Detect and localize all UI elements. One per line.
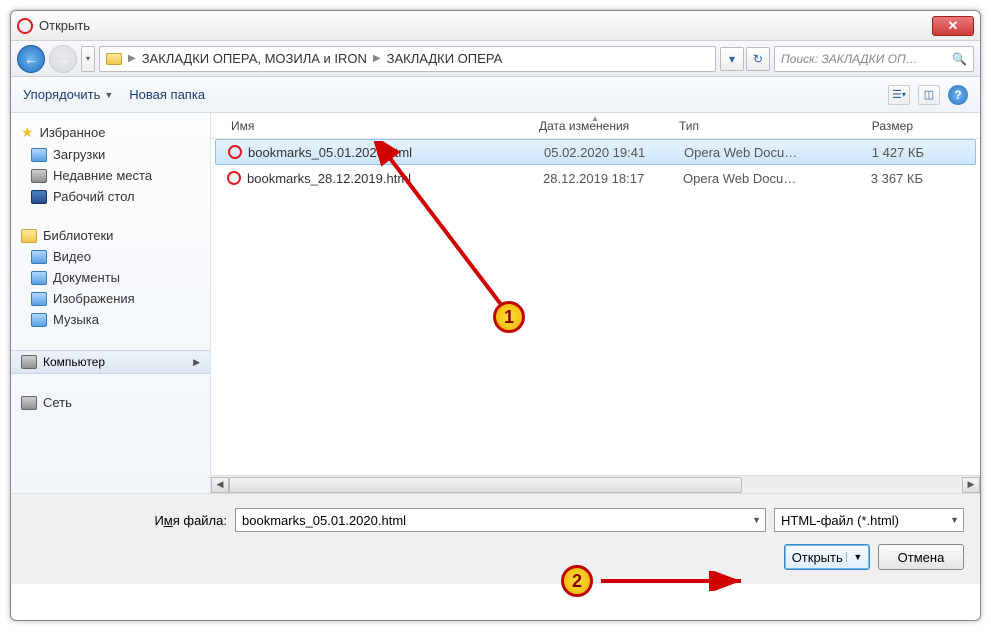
view-options-button[interactable]: ☰ ▾	[888, 85, 910, 105]
file-size: 3 367 КБ	[833, 171, 923, 186]
sidebar-pictures[interactable]: Изображения	[11, 288, 210, 309]
sidebar-favorites[interactable]: ★Избранное	[11, 121, 210, 144]
file-row[interactable]: bookmarks_28.12.2019.html 28.12.2019 18:…	[211, 165, 980, 191]
chevron-down-icon[interactable]: ▼	[846, 552, 862, 562]
sidebar-desktop[interactable]: Рабочий стол	[11, 186, 210, 207]
chevron-down-icon[interactable]: ▼	[752, 515, 761, 525]
back-button[interactable]: ←	[17, 45, 45, 73]
file-date: 05.02.2020 19:41	[544, 145, 684, 160]
forward-button[interactable]: →	[49, 45, 77, 73]
new-folder-button[interactable]: Новая папка	[129, 87, 205, 102]
main-area: ★Избранное Загрузки Недавние места Рабоч…	[11, 113, 980, 493]
opera-icon	[227, 171, 241, 185]
breadcrumb-seg-2[interactable]: ЗАКЛАДКИ ОПЕРА	[387, 51, 503, 66]
scroll-left-button[interactable]: ◀	[211, 477, 229, 493]
file-row[interactable]: bookmarks_05.01.2020.html 05.02.2020 19:…	[215, 139, 976, 165]
file-name: bookmarks_05.01.2020.html	[248, 145, 544, 160]
toolbar: Упорядочить ▼ Новая папка ☰ ▾ ◫ ?	[11, 77, 980, 113]
open-file-dialog: Открыть ✕ ← → ▾ ▶ ЗАКЛАДКИ ОПЕРА, МОЗИЛА…	[10, 10, 981, 621]
previous-locations-button[interactable]: ▾	[720, 47, 744, 71]
scrollbar-thumb[interactable]	[229, 477, 742, 493]
file-type: Opera Web Docu…	[683, 171, 833, 186]
sort-indicator-icon: ▲	[591, 114, 599, 123]
breadcrumb-bar[interactable]: ▶ ЗАКЛАДКИ ОПЕРА, МОЗИЛА и IRON ▶ ЗАКЛАД…	[99, 46, 716, 72]
sidebar-documents[interactable]: Документы	[11, 267, 210, 288]
videos-icon	[31, 250, 47, 264]
chevron-right-icon: ▶	[193, 357, 200, 368]
sidebar-music[interactable]: Музыка	[11, 309, 210, 330]
close-button[interactable]: ✕	[932, 16, 974, 36]
desktop-icon	[31, 190, 47, 204]
libraries-icon	[21, 229, 37, 243]
column-header-size[interactable]: Размер	[821, 119, 921, 133]
file-size: 1 427 КБ	[834, 145, 924, 160]
filename-input[interactable]: bookmarks_05.01.2020.html ▼	[235, 508, 766, 532]
sidebar-downloads[interactable]: Загрузки	[11, 144, 210, 165]
file-type: Opera Web Docu…	[684, 145, 834, 160]
sidebar-computer[interactable]: Компьютер ▶	[11, 350, 210, 374]
chevron-down-icon: ▼	[104, 90, 113, 100]
help-button[interactable]: ?	[948, 85, 968, 105]
file-list-pane: ▲ Имя Дата изменения Тип Размер bookmark…	[211, 113, 980, 493]
chevron-right-icon: ▶	[128, 53, 136, 64]
recent-icon	[31, 169, 47, 183]
opera-icon	[17, 18, 33, 34]
music-icon	[31, 313, 47, 327]
annotation-callout-1: 1	[493, 301, 525, 333]
folder-icon	[106, 53, 122, 65]
navigation-bar: ← → ▾ ▶ ЗАКЛАДКИ ОПЕРА, МОЗИЛА и IRON ▶ …	[11, 41, 980, 77]
refresh-button[interactable]: ↻	[746, 47, 770, 71]
sidebar-libraries[interactable]: Библиотеки	[11, 225, 210, 246]
pictures-icon	[31, 292, 47, 306]
opera-icon	[228, 145, 242, 159]
column-header-date[interactable]: Дата изменения	[531, 119, 671, 133]
file-name: bookmarks_28.12.2019.html	[247, 171, 543, 186]
filetype-dropdown[interactable]: HTML-файл (*.html) ▼	[774, 508, 964, 532]
documents-icon	[31, 271, 47, 285]
star-icon: ★	[21, 124, 34, 141]
sidebar-recent[interactable]: Недавние места	[11, 165, 210, 186]
network-icon	[21, 396, 37, 410]
scroll-right-button[interactable]: ▶	[962, 477, 980, 493]
preview-pane-button[interactable]: ◫	[918, 85, 940, 105]
history-dropdown[interactable]: ▾	[81, 46, 95, 72]
breadcrumb-seg-1[interactable]: ЗАКЛАДКИ ОПЕРА, МОЗИЛА и IRON	[142, 51, 367, 66]
computer-icon	[21, 355, 37, 369]
search-input[interactable]: Поиск: ЗАКЛАДКИ ОП… 🔍	[774, 46, 974, 72]
column-header-type[interactable]: Тип	[671, 119, 821, 133]
search-placeholder: Поиск: ЗАКЛАДКИ ОП…	[781, 52, 918, 66]
annotation-callout-2: 2	[561, 565, 593, 597]
organize-menu[interactable]: Упорядочить ▼	[23, 87, 113, 102]
column-header-name[interactable]: Имя	[211, 119, 531, 133]
navigation-sidebar: ★Избранное Загрузки Недавние места Рабоч…	[11, 113, 211, 493]
chevron-down-icon[interactable]: ▼	[950, 515, 959, 525]
window-title: Открыть	[39, 18, 90, 33]
filename-label: Имя файла:	[27, 513, 227, 528]
cancel-button[interactable]: Отмена	[878, 544, 964, 570]
sidebar-network[interactable]: Сеть	[11, 392, 210, 413]
folder-icon	[31, 148, 47, 162]
open-button[interactable]: Открыть ▼	[784, 544, 870, 570]
titlebar: Открыть ✕	[11, 11, 980, 41]
file-date: 28.12.2019 18:17	[543, 171, 683, 186]
search-icon: 🔍	[952, 52, 967, 66]
horizontal-scrollbar[interactable]: ◀ ▶	[211, 475, 980, 493]
bottom-panel: Имя файла: bookmarks_05.01.2020.html ▼ H…	[11, 493, 980, 584]
chevron-right-icon: ▶	[373, 53, 381, 64]
sidebar-videos[interactable]: Видео	[11, 246, 210, 267]
